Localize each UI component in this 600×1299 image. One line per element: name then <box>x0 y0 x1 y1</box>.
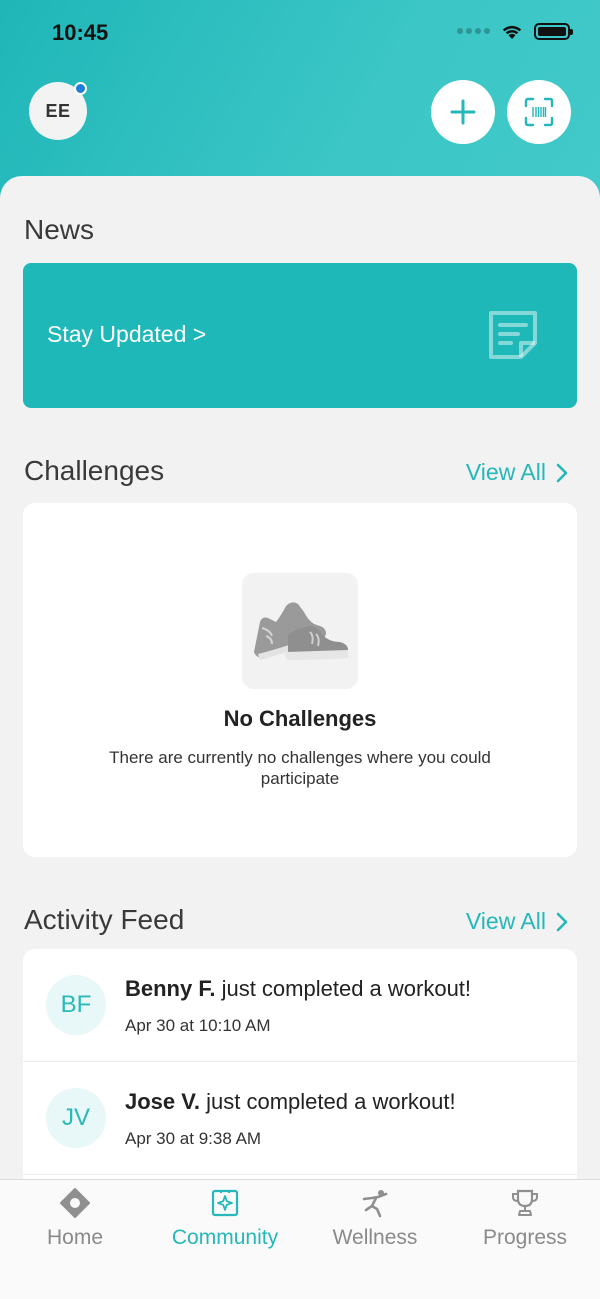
feed-avatar: BF <box>46 975 106 1035</box>
challenges-title: Challenges <box>24 455 165 486</box>
status-icons <box>457 22 573 40</box>
no-challenges-description: There are currently no challenges where … <box>109 748 491 788</box>
no-challenges-title: No Challenges <box>223 706 377 731</box>
notification-dot <box>74 82 87 95</box>
tab-wellness-label: Wellness <box>332 1226 418 1249</box>
chevron-right-icon <box>556 463 568 482</box>
chevron-right-icon <box>556 912 568 931</box>
tab-community[interactable]: Community <box>150 1180 300 1270</box>
home-icon <box>60 1188 90 1218</box>
activity-feed-view-all[interactable]: View All <box>466 908 568 935</box>
signal-icon <box>457 28 490 34</box>
tab-bar: Home Community Wellness Progress <box>0 1179 600 1299</box>
feed-message: Benny F. just completed a workout! <box>125 976 471 1002</box>
challenges-view-all-label: View All <box>465 459 546 485</box>
status-bar: 10:45 <box>0 0 600 66</box>
challenges-card: No Challenges There are currently no cha… <box>23 503 577 857</box>
news-banner[interactable]: Stay Updated > <box>23 263 577 408</box>
feed-avatar: JV <box>46 1088 106 1148</box>
feed-message: Jose V. just completed a workout! <box>125 1089 456 1115</box>
scan-button[interactable] <box>507 80 571 144</box>
content-sheet: News Stay Updated > Challenges View All … <box>0 176 600 1179</box>
tab-community-label: Community <box>171 1226 279 1249</box>
plus-icon <box>450 99 476 125</box>
note-icon <box>489 311 537 359</box>
activity-feed-card: BF Benny F. just completed a workout! Ap… <box>23 949 577 1179</box>
add-button[interactable] <box>431 80 495 144</box>
status-time: 10:45 <box>52 20 109 45</box>
tab-progress[interactable]: Progress <box>450 1180 600 1270</box>
barcode-scan-icon <box>524 97 554 127</box>
battery-icon <box>534 22 573 40</box>
tab-progress-label: Progress <box>482 1226 568 1249</box>
wellness-icon <box>362 1190 388 1218</box>
feed-timestamp: Apr 30 at 9:38 AM <box>125 1129 262 1148</box>
activity-feed-title: Activity Feed <box>24 904 185 935</box>
sneakers-illustration <box>242 573 358 689</box>
wifi-icon <box>502 25 522 39</box>
tab-home[interactable]: Home <box>0 1180 150 1270</box>
feed-user-name: Jose V. <box>125 1089 201 1114</box>
feed-action: just completed a workout! <box>215 976 472 1001</box>
feed-item[interactable]: BF Benny F. just completed a workout! Ap… <box>23 949 577 1062</box>
feed-action: just completed a workout! <box>200 1089 456 1114</box>
avatar-initials: EE <box>45 100 71 121</box>
feed-user-name: Benny F. <box>125 976 216 1001</box>
tab-wellness[interactable]: Wellness <box>300 1180 450 1270</box>
news-banner-text: Stay Updated > <box>47 321 207 347</box>
feed-item[interactable]: JV Jose V. just completed a workout! Apr… <box>23 1062 577 1175</box>
tab-home-label: Home <box>46 1226 104 1249</box>
challenges-view-all[interactable]: View All <box>466 459 568 486</box>
trophy-icon <box>512 1189 538 1216</box>
feed-timestamp: Apr 30 at 10:10 AM <box>125 1016 271 1035</box>
community-icon <box>211 1189 239 1217</box>
news-title: News <box>24 214 95 245</box>
activity-feed-view-all-label: View All <box>465 908 546 934</box>
sneakers-icon <box>254 602 348 660</box>
profile-avatar[interactable]: EE <box>29 82 87 140</box>
